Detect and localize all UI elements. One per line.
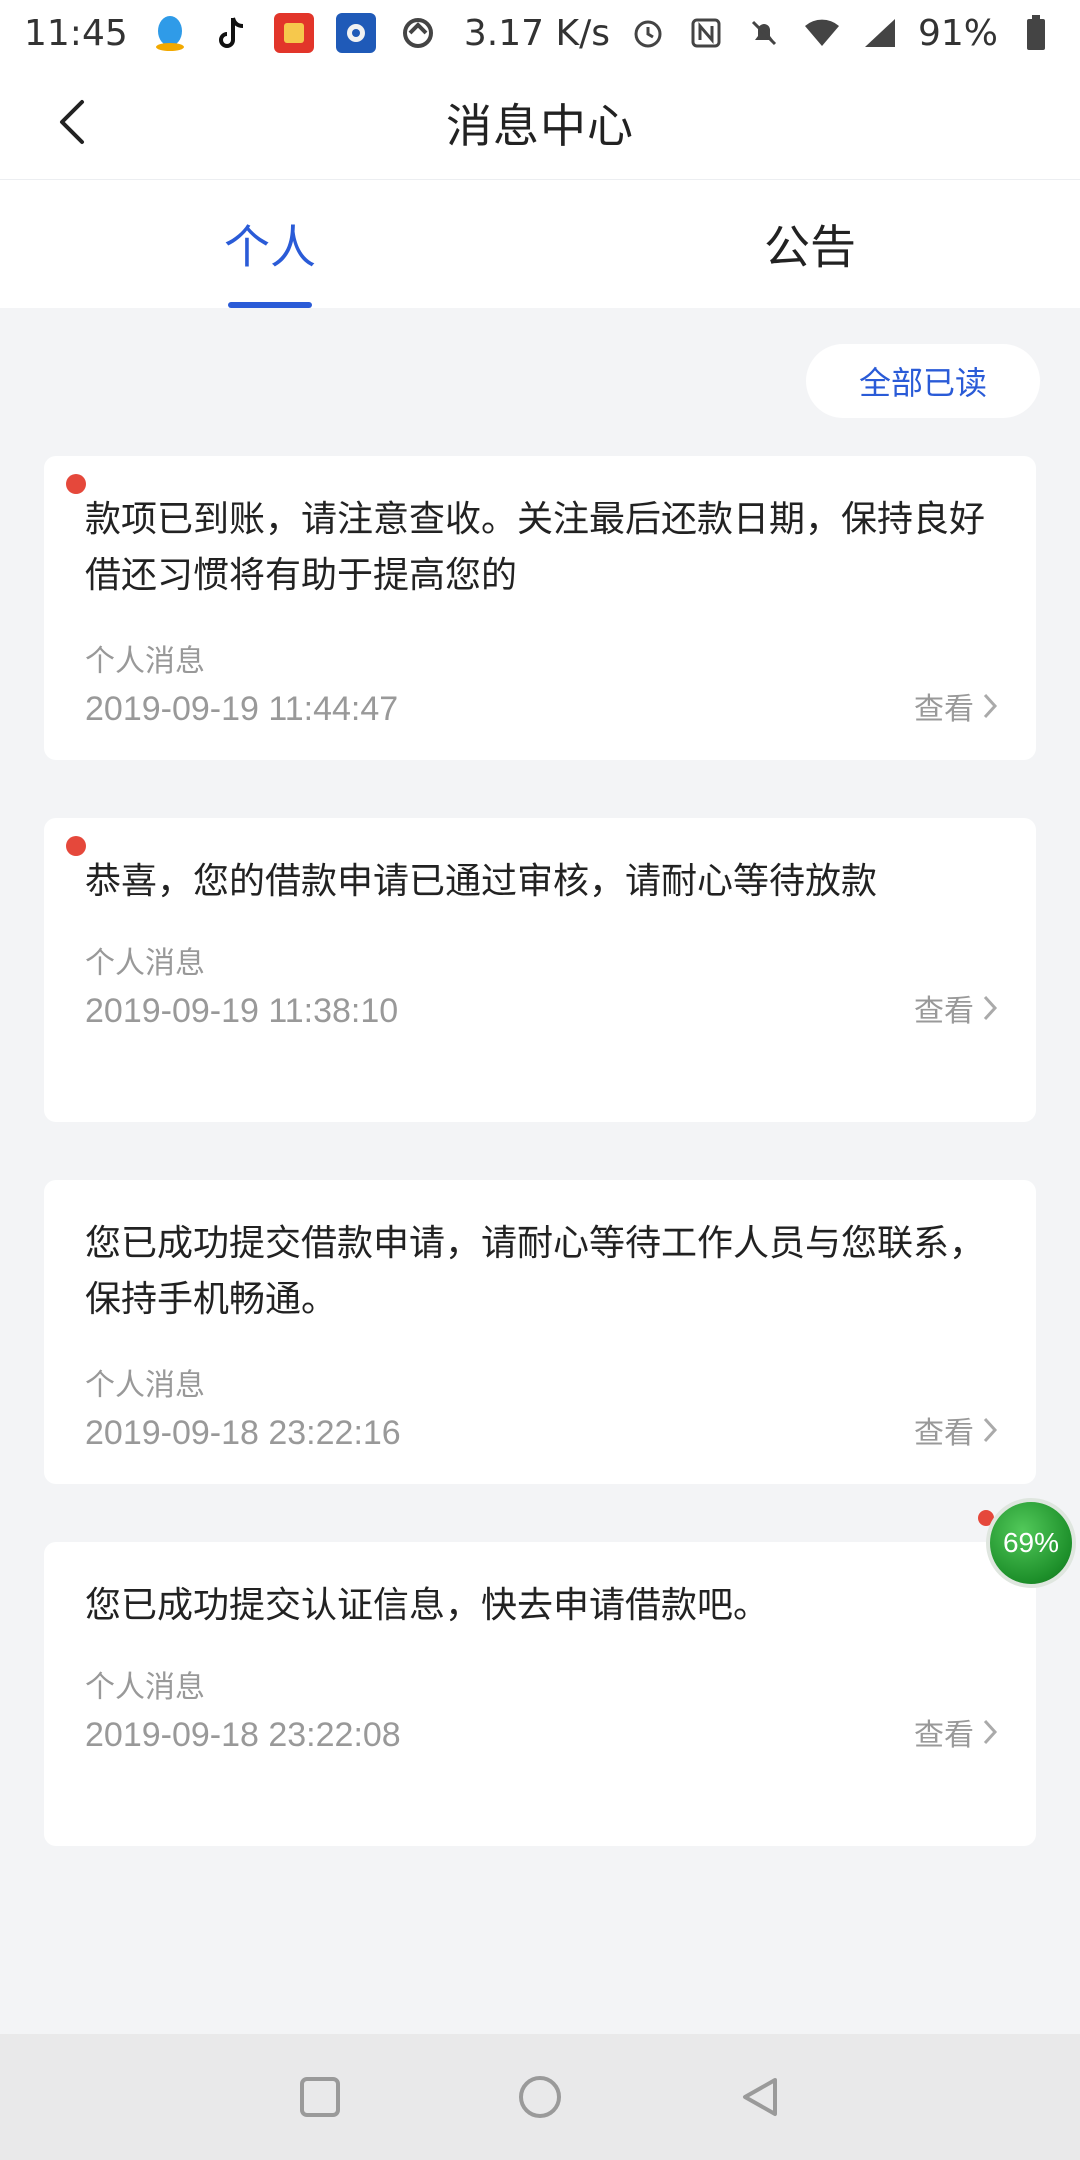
message-text: 您已成功提交借款申请，请耐心等待工作人员与您联系，保持手机畅通。 xyxy=(85,1223,986,1320)
square-icon xyxy=(300,2077,340,2117)
battery-icon xyxy=(1016,13,1056,53)
message-time: 2019-09-19 11:44:47 xyxy=(85,690,399,728)
mark-all-read-button[interactable]: 全部已读 xyxy=(806,344,1040,418)
home-button[interactable] xyxy=(510,2067,570,2127)
tab-announcement[interactable]: 公告 xyxy=(540,180,1080,308)
view-button[interactable]: 查看 xyxy=(914,684,998,728)
tab-label: 公告 xyxy=(764,220,856,274)
message-text: 您已成功提交认证信息，快去申请借款吧。 xyxy=(85,1585,770,1626)
tab-bar: 个人 公告 xyxy=(0,180,1080,308)
mute-icon xyxy=(744,13,784,53)
unread-dot xyxy=(66,474,86,494)
chevron-right-icon xyxy=(983,995,998,1021)
view-label: 查看 xyxy=(914,692,974,727)
view-label: 查看 xyxy=(914,1416,974,1451)
triangle-back-icon xyxy=(743,2078,777,2116)
tab-personal[interactable]: 个人 xyxy=(0,180,540,308)
chevron-right-icon xyxy=(983,1719,998,1745)
back-arrow-icon xyxy=(60,100,84,144)
floating-progress-badge[interactable]: 69% xyxy=(986,1498,1076,1588)
header: 消息中心 xyxy=(0,66,1080,180)
message-time: 2019-09-19 11:38:10 xyxy=(85,992,399,1030)
message-type: 个人消息 xyxy=(85,946,205,981)
view-label: 查看 xyxy=(914,994,974,1029)
unread-dot xyxy=(66,836,86,856)
message-time: 2019-09-18 23:22:08 xyxy=(85,1716,401,1754)
view-button[interactable]: 查看 xyxy=(914,1710,998,1754)
wifi-icon xyxy=(802,13,842,53)
page-title: 消息中心 xyxy=(446,98,634,153)
tab-label: 个人 xyxy=(224,220,316,274)
alarm-icon xyxy=(628,13,668,53)
view-button[interactable]: 查看 xyxy=(914,986,998,1030)
signal-icon xyxy=(860,13,900,53)
message-card[interactable]: 款项已到账，请注意查收。关注最后还款日期，保持良好借还习惯将有助于提高您的 个人… xyxy=(44,456,1036,760)
recents-button[interactable] xyxy=(290,2067,350,2127)
battery-percent: 91% xyxy=(917,12,998,54)
status-bar: 11:45 3.17 K/s 91% xyxy=(0,0,1080,66)
message-text: 款项已到账，请注意查收。关注最后还款日期，保持良好借还习惯将有助于提高您的 xyxy=(85,499,986,596)
floating-badge-label: 69% xyxy=(1002,1527,1060,1558)
network-speed: 3.17 K/s xyxy=(463,12,610,54)
message-type: 个人消息 xyxy=(85,1368,205,1403)
circle-icon xyxy=(519,2076,561,2118)
message-type: 个人消息 xyxy=(85,644,205,679)
app-icon-1 xyxy=(273,13,314,53)
message-card[interactable]: 您已成功提交借款申请，请耐心等待工作人员与您联系，保持手机畅通。 个人消息 20… xyxy=(44,1180,1036,1484)
nfc-icon xyxy=(686,13,726,53)
tiktok-icon xyxy=(212,13,252,53)
back-nav-button[interactable] xyxy=(730,2067,790,2127)
chevron-right-icon xyxy=(983,693,998,719)
back-button[interactable] xyxy=(40,90,104,154)
chevron-right-icon xyxy=(983,1417,998,1443)
message-card[interactable]: 恭喜，您的借款申请已通过审核，请耐心等待放款 个人消息 2019-09-19 1… xyxy=(44,818,1036,1122)
status-time: 11:45 xyxy=(24,12,128,54)
view-button[interactable]: 查看 xyxy=(914,1408,998,1452)
message-type: 个人消息 xyxy=(85,1670,205,1705)
message-text: 恭喜，您的借款申请已通过审核，请耐心等待放款 xyxy=(85,861,878,902)
system-nav-bar xyxy=(0,2034,1080,2160)
message-card[interactable]: 您已成功提交认证信息，快去申请借款吧。 个人消息 2019-09-18 23:2… xyxy=(44,1542,1036,1846)
app-icon-3 xyxy=(398,13,438,53)
app-icon-2 xyxy=(335,13,376,53)
view-label: 查看 xyxy=(914,1718,974,1753)
message-list: 全部已读 款项已到账，请注意查收。关注最后还款日期，保持良好借还习惯将有助于提高… xyxy=(0,308,1080,2034)
qq-icon xyxy=(150,13,190,53)
message-time: 2019-09-18 23:22:16 xyxy=(85,1414,401,1452)
